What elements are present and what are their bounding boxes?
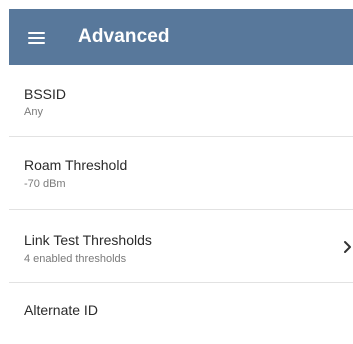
advanced-settings-screen: Advanced BSSID Any Roam Threshold -70 dB… [0,0,353,344]
hamburger-menu-icon[interactable] [28,32,45,44]
setting-item-alternate-id[interactable]: Alternate ID [9,283,353,343]
setting-value: Any [24,106,43,118]
chevron-right-icon [343,240,353,254]
setting-title: Link Test Thresholds [24,232,152,248]
setting-item-link-test-thresholds[interactable]: Link Test Thresholds 4 enabled threshold… [9,210,353,283]
setting-value: 4 enabled thresholds [24,253,127,265]
setting-title: Roam Threshold [24,157,128,173]
app-bar: Advanced [9,9,353,65]
settings-list: BSSID Any Roam Threshold -70 dBm Link Te… [9,65,353,343]
setting-title: BSSID [24,86,67,102]
setting-item-bssid[interactable]: BSSID Any [9,65,353,137]
setting-title: Alternate ID [24,302,98,318]
setting-value: -70 dBm [24,178,66,190]
page-title: Advanced [78,26,170,47]
setting-item-roam-threshold[interactable]: Roam Threshold -70 dBm [9,137,353,210]
